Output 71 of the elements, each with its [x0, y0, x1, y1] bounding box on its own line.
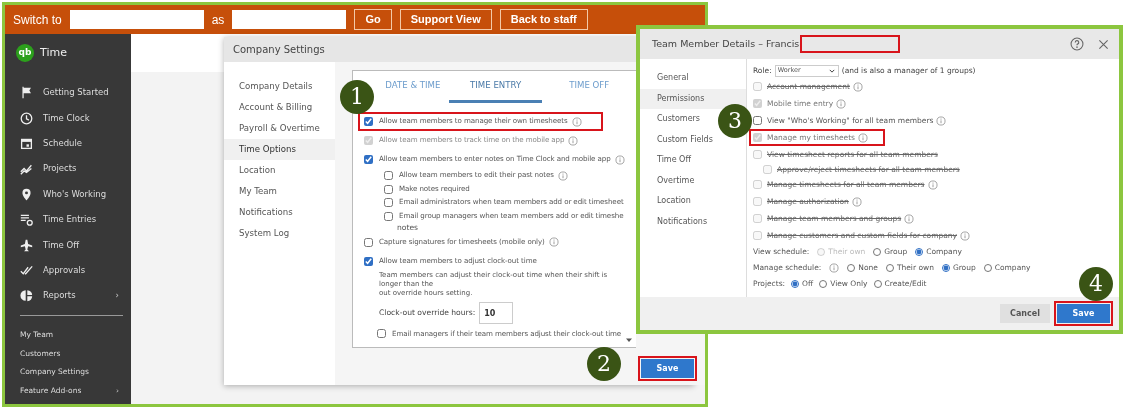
details-menu-item[interactable]: Time Off	[640, 150, 746, 171]
go-button[interactable]: Go	[354, 9, 392, 30]
as-label: as	[211, 11, 225, 29]
sidebar-label[interactable]: Projects	[43, 162, 77, 176]
scroll-down-icon	[625, 336, 633, 344]
checkbox[interactable]	[364, 155, 373, 164]
checkbox[interactable]	[384, 198, 393, 208]
radio-button[interactable]	[873, 280, 882, 288]
checkbox[interactable]	[364, 117, 373, 126]
sidebar-label[interactable]: Reports	[43, 289, 76, 303]
caret-icon	[827, 68, 836, 74]
sidebar-label[interactable]: Time Entries	[43, 213, 97, 226]
help-icon	[1070, 37, 1084, 51]
radio-button[interactable]	[885, 264, 894, 272]
sidebar-label[interactable]: Time Off	[43, 238, 80, 252]
checkbox[interactable]	[364, 256, 373, 266]
cancel-button[interactable]: Cancel	[1000, 304, 1050, 323]
radio-button[interactable]	[873, 248, 882, 256]
details-menu-item[interactable]: Notifications	[640, 211, 746, 232]
settings-menu-item[interactable]: Company Details	[224, 76, 335, 97]
airplane-icon	[20, 238, 33, 252]
radio-button[interactable]	[983, 264, 992, 272]
checkbox[interactable]	[364, 237, 373, 247]
back-button[interactable]: Back to staff	[499, 9, 588, 30]
dialog-title: Team Member Details – Francis	[652, 36, 800, 51]
details-menu-item[interactable]: Permissions	[640, 88, 746, 109]
checkbox[interactable]	[384, 211, 393, 221]
settings-menu-item[interactable]: Account & Billing	[224, 97, 335, 118]
details-menu-item[interactable]: Location	[640, 191, 746, 212]
app-name: Time	[40, 44, 67, 61]
checkbox[interactable]	[753, 116, 762, 125]
checkbox[interactable]	[377, 329, 386, 339]
settings-menu-item[interactable]: Payroll & Overtime	[224, 118, 335, 139]
chevron-icon: ›	[115, 289, 119, 303]
list-clock-icon	[20, 213, 33, 227]
tab[interactable]: TIME ENTRY	[448, 71, 543, 103]
sidebar-label[interactable]: Approvals	[43, 264, 86, 277]
sidebar-label[interactable]: Time Clock	[43, 111, 90, 125]
sidebar-label[interactable]: Who's Working	[43, 187, 107, 201]
close-icon[interactable]	[1098, 38, 1109, 50]
settings-menu-item[interactable]: My Team	[224, 181, 335, 202]
location-pin-icon	[20, 187, 33, 201]
radio-button[interactable]	[847, 264, 856, 272]
settings-menu-item[interactable]: Location	[224, 160, 335, 181]
details-menu-item[interactable]: General	[640, 68, 746, 89]
logo-icon: qb	[16, 44, 34, 62]
settings-menu-item[interactable]: Notifications	[224, 202, 335, 223]
details-menu-item[interactable]: Overtime	[640, 170, 746, 191]
radio-button[interactable]	[941, 264, 950, 272]
checkbox[interactable]	[384, 184, 393, 194]
sidebar-label[interactable]: Schedule	[43, 137, 83, 150]
double-check-icon	[20, 263, 33, 277]
radio-button[interactable]	[915, 248, 924, 256]
user-field[interactable]	[69, 10, 204, 29]
sidebar-label[interactable]: Getting Started	[43, 86, 109, 100]
radio-button[interactable]	[791, 280, 800, 288]
save-button[interactable]: Save	[641, 359, 694, 378]
save-button[interactable]: Save	[1057, 304, 1110, 323]
checkbox[interactable]	[384, 171, 393, 181]
settings-menu-item[interactable]: System Log	[224, 223, 335, 244]
flag-icon	[20, 86, 33, 100]
settings-menu-item[interactable]: Time Options	[224, 139, 335, 160]
role-field[interactable]	[232, 10, 347, 29]
chart-icon	[20, 162, 33, 176]
hours-field[interactable]: 10	[479, 302, 514, 325]
pie-chart-icon	[20, 289, 33, 303]
switch-label: Switch to	[13, 11, 62, 29]
radio-button[interactable]	[819, 280, 828, 288]
support-view-button[interactable]: Support View	[399, 9, 492, 30]
clock-icon	[20, 111, 33, 125]
calendar-icon	[20, 136, 33, 150]
